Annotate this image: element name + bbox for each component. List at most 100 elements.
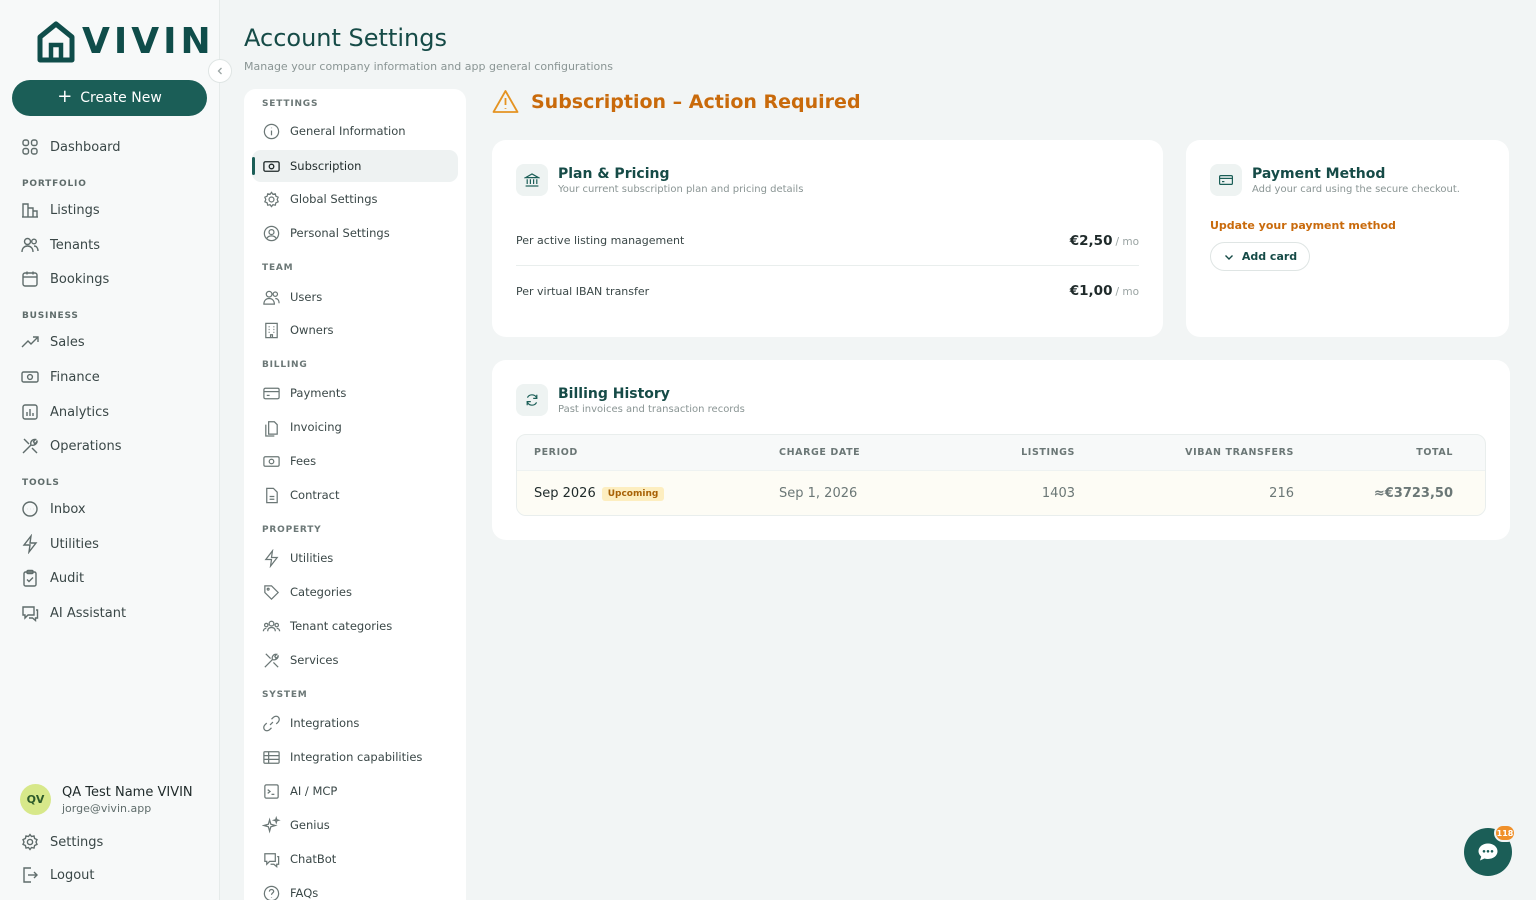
settings-item-services[interactable]: Services xyxy=(262,649,339,671)
sidebar-item-label: AI Assistant xyxy=(50,605,127,621)
bank-icon xyxy=(524,173,540,187)
column-header-total[interactable]: TOTAL xyxy=(1294,447,1470,458)
settings-item-genius[interactable]: Genius xyxy=(262,814,330,836)
settings-item-label: Genius xyxy=(290,818,330,832)
users-icon xyxy=(263,290,280,305)
cell-charge-date: Sep 1, 2026 xyxy=(779,486,858,501)
settings-item-chatbot[interactable]: ChatBot xyxy=(262,848,336,870)
column-header-viban-transfers[interactable]: VIBAN TRANSFERS xyxy=(1075,447,1294,458)
user-circle-icon xyxy=(263,225,280,241)
settings-item-ai-mcp[interactable]: AI / MCP xyxy=(262,780,337,802)
link-icon xyxy=(263,715,280,731)
sidebar-item-dashboard[interactable]: Dashboard xyxy=(20,135,121,159)
settings-menu: SETTINGS General Information Subscriptio… xyxy=(244,89,466,900)
card-header: Billing History Past invoices and transa… xyxy=(516,384,745,416)
sparkles-icon xyxy=(262,815,281,834)
card-title: Payment Method xyxy=(1252,165,1386,182)
nav-section-tools: TOOLS xyxy=(22,478,60,488)
column-header-period[interactable]: PERIOD xyxy=(517,447,779,458)
settings-item-subscription[interactable]: Subscription xyxy=(252,150,458,182)
sidebar-item-bookings[interactable]: Bookings xyxy=(20,267,109,291)
documents-icon xyxy=(265,420,278,437)
settings-item-fees[interactable]: Fees xyxy=(262,450,316,472)
sidebar-item-operations[interactable]: Operations xyxy=(20,434,121,458)
sidebar-item-listings[interactable]: Listings xyxy=(20,198,100,222)
credit-card-icon xyxy=(1219,175,1233,185)
chevron-left-icon xyxy=(217,67,222,75)
settings-item-label: Integration capabilities xyxy=(290,750,423,764)
sidebar-item-logout[interactable]: Logout xyxy=(20,863,95,887)
sidebar-item-sales[interactable]: Sales xyxy=(20,330,85,354)
settings-item-label: Integrations xyxy=(290,716,360,730)
settings-item-label: ChatBot xyxy=(290,852,337,866)
settings-item-utilities[interactable]: Utilities xyxy=(262,547,333,569)
settings-item-faqs[interactable]: FAQs xyxy=(262,882,318,900)
card-icon-wrap xyxy=(516,384,548,416)
column-header-listings[interactable]: LISTINGS xyxy=(951,447,1075,458)
refresh-icon xyxy=(526,394,538,406)
settings-item-categories[interactable]: Categories xyxy=(262,581,352,603)
nav-section-portfolio: PORTFOLIO xyxy=(22,179,87,189)
sidebar-item-analytics[interactable]: Analytics xyxy=(20,400,109,424)
user-name: QA Test Name VIVIN xyxy=(62,784,193,800)
settings-item-general-information[interactable]: General Information xyxy=(262,120,406,142)
logo[interactable]: VIVIN xyxy=(36,20,215,64)
sidebar-item-tenants[interactable]: Tenants xyxy=(20,233,100,257)
settings-item-label: Categories xyxy=(290,585,352,599)
settings-item-global-settings[interactable]: Global Settings xyxy=(262,188,378,210)
settings-item-owners[interactable]: Owners xyxy=(262,319,334,341)
settings-item-label: Tenant categories xyxy=(290,619,393,633)
sidebar-item-utilities[interactable]: Utilities xyxy=(20,532,99,556)
settings-item-users[interactable]: Users xyxy=(262,286,322,308)
gear-icon xyxy=(22,833,38,851)
settings-item-label: AI / MCP xyxy=(290,784,338,798)
price-row: Per active listing management €2,50/ mo xyxy=(516,216,1139,266)
settings-item-payments[interactable]: Payments xyxy=(262,382,346,404)
status-badge: Upcoming xyxy=(601,486,665,501)
sidebar-item-label: Finance xyxy=(50,369,100,385)
add-card-button[interactable]: Add card xyxy=(1210,242,1310,271)
settings-item-contract[interactable]: Contract xyxy=(262,484,339,506)
sidebar-item-inbox[interactable]: Inbox xyxy=(20,497,86,521)
credit-card-icon xyxy=(263,387,280,399)
settings-item-label: Global Settings xyxy=(290,192,378,206)
create-new-label: Create New xyxy=(80,90,162,106)
settings-item-invoicing[interactable]: Invoicing xyxy=(262,416,342,438)
settings-item-tenant-categories[interactable]: Tenant categories xyxy=(262,615,392,637)
settings-item-integration-capabilities[interactable]: Integration capabilities xyxy=(262,746,422,768)
plan-pricing-card: Plan & Pricing Your current subscription… xyxy=(492,140,1163,337)
price-value: €1,00 xyxy=(1069,283,1113,299)
sidebar-item-label: Inbox xyxy=(50,501,86,517)
settings-item-label: Utilities xyxy=(290,551,334,565)
card-icon-wrap xyxy=(516,164,548,196)
alert-title: Subscription – Action Required xyxy=(531,90,861,113)
collapse-sidebar-button[interactable] xyxy=(208,59,232,83)
settings-item-integrations[interactable]: Integrations xyxy=(262,712,359,734)
help-circle-icon xyxy=(263,885,280,900)
create-new-button[interactable]: + Create New xyxy=(12,80,207,116)
building-chart-icon xyxy=(22,203,38,218)
card-title: Billing History xyxy=(558,385,670,402)
plus-icon: + xyxy=(57,86,73,107)
period-value: Sep 2026 xyxy=(534,486,596,501)
tools-icon xyxy=(22,438,38,454)
sidebar-item-settings[interactable]: Settings xyxy=(20,830,103,854)
column-header-charge-date[interactable]: CHARGE DATE xyxy=(779,447,951,458)
banknote-icon xyxy=(263,455,280,467)
card-icon-wrap xyxy=(1210,164,1242,196)
document-icon xyxy=(266,487,278,503)
sidebar-item-finance[interactable]: Finance xyxy=(20,365,100,389)
settings-section-billing: BILLING xyxy=(262,360,308,370)
user-profile[interactable]: QV QA Test Name VIVIN jorge@vivin.app xyxy=(20,784,193,815)
sidebar-item-ai-assistant[interactable]: AI Assistant xyxy=(20,601,126,625)
price-label: Per virtual IBAN transfer xyxy=(516,284,650,298)
settings-item-personal-settings[interactable]: Personal Settings xyxy=(262,222,390,244)
terminal-icon xyxy=(264,783,279,799)
info-icon xyxy=(263,123,280,139)
sidebar-item-audit[interactable]: Audit xyxy=(20,566,84,590)
cell-listings: 1403 xyxy=(1041,486,1075,501)
bar-chart-icon xyxy=(22,404,38,420)
trend-up-icon xyxy=(21,336,39,348)
card-subtitle: Your current subscription plan and prici… xyxy=(558,183,804,195)
table-row[interactable]: Sep 2026 Upcoming Sep 1, 2026 1403 216 ≈€… xyxy=(517,470,1485,515)
